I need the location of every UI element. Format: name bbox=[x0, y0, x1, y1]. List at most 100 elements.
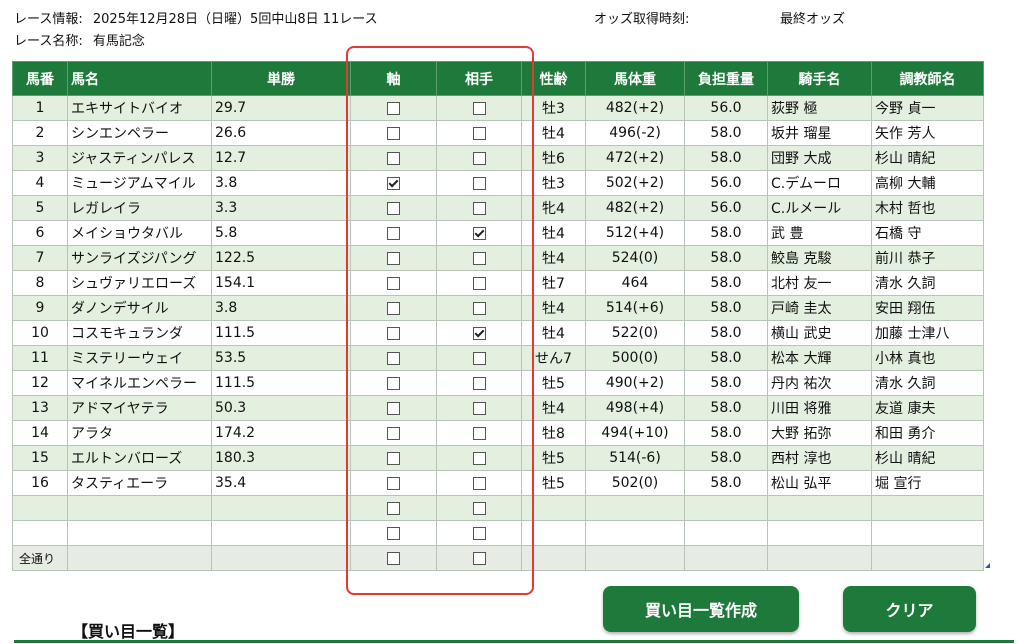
jiku-checkbox[interactable] bbox=[387, 176, 400, 190]
cell-num bbox=[12, 520, 68, 546]
cell-name: ミステリーウェイ bbox=[67, 345, 212, 371]
aite-checkbox[interactable] bbox=[472, 126, 486, 140]
cell-weight: 482(+2) bbox=[585, 195, 685, 221]
jiku-checkbox[interactable] bbox=[387, 276, 400, 290]
cell-trainer: 加藤 士津八 bbox=[871, 320, 984, 346]
empty-row bbox=[12, 520, 984, 546]
table-row: 6 メイショウタバル 5.8 牡4 512(+4) 58.0 武 豊石橋 守 bbox=[12, 220, 984, 246]
cell-num: 11 bbox=[12, 345, 68, 371]
aite-checkbox[interactable] bbox=[472, 526, 486, 540]
cell-load: 58.0 bbox=[684, 120, 768, 146]
header-num: 馬番 bbox=[12, 61, 68, 96]
jiku-checkbox[interactable] bbox=[387, 226, 400, 240]
jiku-checkbox[interactable] bbox=[387, 251, 400, 265]
aite-checkbox[interactable] bbox=[472, 251, 486, 265]
cell-load: 58.0 bbox=[684, 395, 768, 421]
cell-aite bbox=[436, 545, 522, 571]
aite-checkbox[interactable] bbox=[472, 476, 486, 490]
aite-checkbox[interactable] bbox=[472, 451, 486, 465]
cell-aite bbox=[436, 220, 522, 246]
all-jiku-checkbox[interactable] bbox=[387, 551, 400, 565]
header-sex-age: 性齢 bbox=[521, 61, 586, 96]
cell-odds: 154.1 bbox=[211, 270, 351, 296]
header-odds: 単勝 bbox=[211, 61, 351, 96]
cell-load: 58.0 bbox=[684, 370, 768, 396]
cell-jiku bbox=[350, 470, 437, 496]
aite-checkbox[interactable] bbox=[472, 376, 486, 390]
jiku-checkbox[interactable] bbox=[387, 451, 400, 465]
cell-name: サンライズジパング bbox=[67, 245, 212, 271]
cell-name: アラタ bbox=[67, 420, 212, 446]
cell-jiku bbox=[350, 345, 437, 371]
clear-button[interactable]: クリア bbox=[843, 586, 976, 632]
cell-sex-age: 牡5 bbox=[521, 470, 586, 496]
cell-name bbox=[67, 545, 212, 571]
race-name-line: レース名称: 有馬記念 bbox=[14, 34, 145, 50]
cell-sex-age: 牡7 bbox=[521, 270, 586, 296]
aite-checkbox[interactable] bbox=[472, 176, 486, 190]
cell-trainer: 杉山 晴紀 bbox=[871, 445, 984, 471]
cell-aite bbox=[436, 420, 522, 446]
jiku-checkbox[interactable] bbox=[387, 201, 400, 215]
jiku-checkbox[interactable] bbox=[387, 301, 400, 315]
cell-weight: 496(-2) bbox=[585, 120, 685, 146]
all-aite-checkbox[interactable] bbox=[472, 551, 486, 565]
aite-checkbox[interactable] bbox=[472, 501, 486, 515]
aite-checkbox[interactable] bbox=[472, 101, 486, 115]
cell-num: 5 bbox=[12, 195, 68, 221]
header-jockey: 騎手名 bbox=[767, 61, 872, 96]
table-row: 8 シュヴァリエローズ 154.1 牡7 464 58.0 北村 友一 清水 久詞 bbox=[12, 270, 984, 296]
aite-checkbox[interactable] bbox=[472, 401, 486, 415]
jiku-checkbox[interactable] bbox=[387, 401, 400, 415]
jiku-checkbox[interactable] bbox=[387, 351, 400, 365]
aite-checkbox[interactable] bbox=[472, 201, 486, 215]
cell-jiku bbox=[350, 445, 437, 471]
jiku-checkbox[interactable] bbox=[387, 376, 400, 390]
cell-trainer: 前川 恭子 bbox=[871, 245, 984, 271]
aite-checkbox[interactable] bbox=[472, 351, 486, 365]
jiku-checkbox[interactable] bbox=[387, 526, 400, 540]
empty-row bbox=[12, 495, 984, 521]
cell-aite bbox=[436, 445, 522, 471]
jiku-checkbox[interactable] bbox=[387, 476, 400, 490]
cell-num: 9 bbox=[12, 295, 68, 321]
cell-trainer: 清水 久詞 bbox=[871, 270, 984, 296]
cell-weight bbox=[585, 545, 685, 571]
cell-jockey: 北村 友一 bbox=[767, 270, 872, 296]
cell-sex-age: 牡4 bbox=[521, 395, 586, 421]
cell-trainer: 杉山 晴紀 bbox=[871, 145, 984, 171]
cell-aite bbox=[436, 245, 522, 271]
jiku-checkbox[interactable] bbox=[387, 126, 400, 140]
cell-weight: 494(+10) bbox=[585, 420, 685, 446]
table-row: 5 レガレイラ 3.3 牝4 482(+2) 56.0 C.ルメール 木村 哲也 bbox=[12, 195, 984, 221]
aite-checkbox[interactable] bbox=[472, 426, 486, 440]
aite-checkbox[interactable] bbox=[472, 276, 486, 290]
header-jiku: 軸 bbox=[350, 61, 437, 96]
cell-jockey: 荻野 極 bbox=[767, 95, 872, 121]
cell-odds: 3.8 bbox=[211, 295, 351, 321]
cell-sex-age bbox=[521, 545, 586, 571]
table-row: 15 エルトンバローズ 180.3 牡5 514(-6) 58.0 西村 淳也 杉山 晴紀 bbox=[12, 445, 984, 471]
cell-odds: 180.3 bbox=[211, 445, 351, 471]
table-row: 9 ダノンデサイル 3.8 牡4 514(+6) 58.0 戸崎 圭太 安田 翔伍 bbox=[12, 295, 984, 321]
cell-trainer: 堀 宣行 bbox=[871, 470, 984, 496]
cell-weight: 514(-6) bbox=[585, 445, 685, 471]
jiku-checkbox[interactable] bbox=[387, 501, 400, 515]
cell-odds bbox=[211, 520, 351, 546]
cell-sex-age: せん7 bbox=[521, 345, 586, 371]
create-bet-list-button[interactable]: 買い目一覧作成 bbox=[603, 586, 799, 632]
aite-checkbox[interactable] bbox=[472, 151, 486, 165]
cell-odds: 26.6 bbox=[211, 120, 351, 146]
aite-checkbox[interactable] bbox=[472, 301, 486, 315]
aite-checkbox[interactable] bbox=[472, 326, 486, 340]
cell-odds: 50.3 bbox=[211, 395, 351, 421]
jiku-checkbox[interactable] bbox=[387, 101, 400, 115]
jiku-checkbox[interactable] bbox=[387, 326, 400, 340]
cell-jiku bbox=[350, 320, 437, 346]
cell-name: シンエンペラー bbox=[67, 120, 212, 146]
cell-odds: 29.7 bbox=[211, 95, 351, 121]
cell-jockey bbox=[767, 545, 872, 571]
jiku-checkbox[interactable] bbox=[387, 426, 400, 440]
jiku-checkbox[interactable] bbox=[387, 151, 400, 165]
aite-checkbox[interactable] bbox=[472, 226, 486, 240]
